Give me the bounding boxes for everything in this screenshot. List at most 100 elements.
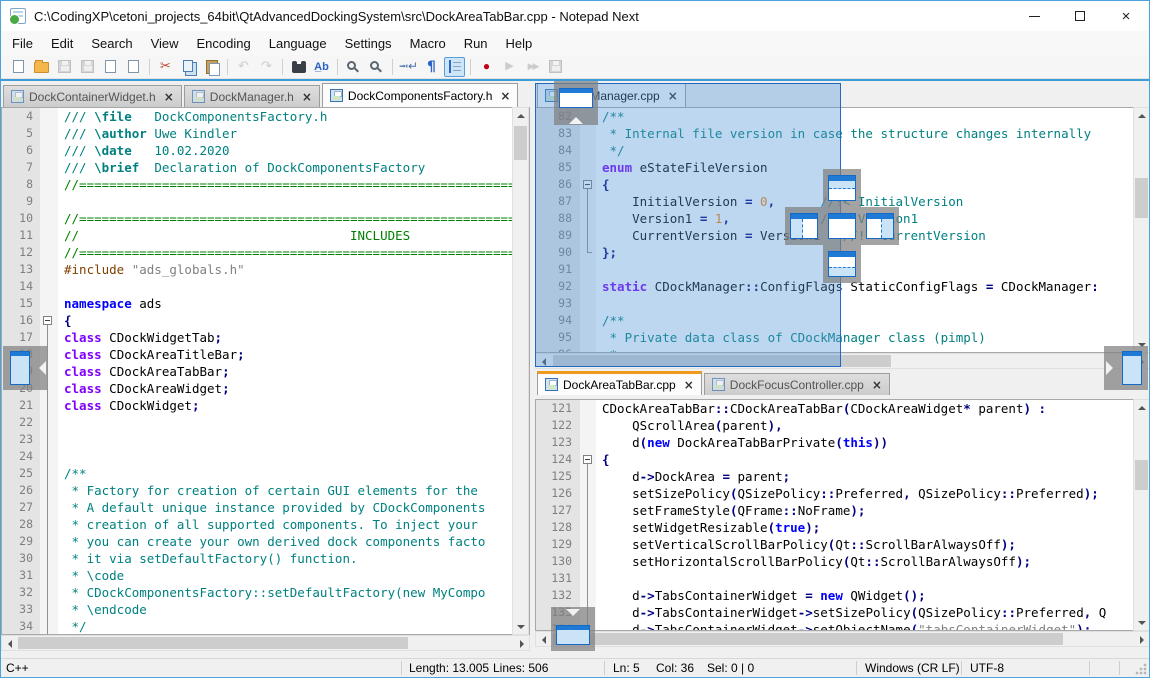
scroll-left-arrow[interactable]: [2, 636, 17, 651]
tab-close-icon[interactable]: ×: [684, 379, 694, 391]
tab-dockcontainerwidget-h[interactable]: DockContainerWidget.h×: [3, 85, 182, 107]
menu-edit[interactable]: Edit: [42, 33, 82, 54]
playback-macro-button[interactable]: ▶: [499, 57, 520, 77]
menu-search[interactable]: Search: [82, 33, 141, 54]
run-macro-multiple-button[interactable]: ▶▶: [522, 57, 543, 77]
menu-view[interactable]: View: [142, 33, 188, 54]
code-line: 9: [2, 193, 529, 210]
close-file-button[interactable]: [100, 57, 121, 77]
close-button[interactable]: ×: [1103, 1, 1149, 31]
left-editor-horizontal-scrollbar[interactable]: [1, 635, 530, 651]
code-text: */: [58, 618, 87, 635]
save-button[interactable]: [54, 57, 75, 77]
indent-guide-button[interactable]: [444, 57, 465, 77]
redo-button[interactable]: ↷: [256, 57, 277, 77]
fold-margin: [40, 601, 58, 618]
save-all-icon: [81, 60, 94, 73]
code-text: [58, 414, 64, 431]
scroll-thumb[interactable]: [1135, 460, 1148, 490]
dock-indicator-center[interactable]: [823, 207, 861, 245]
undo-button[interactable]: ↶: [233, 57, 254, 77]
fold-margin: [40, 210, 58, 227]
dock-indicator-left[interactable]: [785, 207, 823, 245]
maximize-button[interactable]: [1057, 1, 1103, 31]
scroll-down-arrow[interactable]: [513, 619, 528, 634]
zoom-in-button[interactable]: [343, 57, 364, 77]
toolbar-separator: [282, 59, 283, 75]
paste-button[interactable]: [201, 57, 222, 77]
code-text: class CDockWidget;: [58, 397, 199, 414]
tab-close-icon[interactable]: ×: [500, 90, 510, 102]
edge-dock-indicator-left[interactable]: [3, 346, 47, 390]
toolbar-separator: [337, 59, 338, 75]
scroll-thumb[interactable]: [514, 126, 527, 160]
scroll-left-arrow[interactable]: [536, 632, 551, 647]
tab-dockcomponentsfactory-h[interactable]: DockComponentsFactory.h×: [322, 83, 519, 107]
minimize-button[interactable]: [1011, 1, 1057, 31]
dock-indicator-top[interactable]: [823, 169, 861, 207]
scroll-thumb[interactable]: [553, 633, 1063, 645]
top-right-editor-vertical-scrollbar[interactable]: [1133, 107, 1150, 353]
menu-language[interactable]: Language: [260, 33, 336, 54]
tab-dockmanager-h[interactable]: DockManager.h×: [184, 85, 320, 107]
resize-grip[interactable]: [1135, 663, 1147, 675]
word-wrap-icon: ⭲↵: [399, 60, 418, 73]
tab-dockareatabbar-cpp[interactable]: DockAreaTabBar.cpp×: [537, 371, 702, 395]
fold-margin: [580, 485, 596, 502]
dock-indicator-bottom[interactable]: [823, 245, 861, 283]
tab-dockfocuscontroller-cpp[interactable]: DockFocusController.cpp×: [704, 373, 890, 395]
scroll-up-arrow[interactable]: [513, 108, 528, 123]
find-button[interactable]: [288, 57, 309, 77]
fold-margin[interactable]: [580, 451, 596, 468]
menu-run[interactable]: Run: [455, 33, 497, 54]
scroll-right-arrow[interactable]: [1134, 632, 1149, 647]
menu-settings[interactable]: Settings: [336, 33, 401, 54]
scroll-up-arrow[interactable]: [1134, 108, 1149, 123]
menu-macro[interactable]: Macro: [401, 33, 455, 54]
close-all-button[interactable]: [123, 57, 144, 77]
fold-margin: [40, 176, 58, 193]
copy-button[interactable]: [178, 57, 199, 77]
line-number: 7: [2, 159, 40, 176]
line-number: 28: [2, 516, 40, 533]
status-eol-format: Windows (CR LF): [865, 661, 960, 675]
tab-close-icon[interactable]: ×: [302, 91, 312, 103]
save-macro-button[interactable]: [545, 57, 566, 77]
new-file-button[interactable]: [8, 57, 29, 77]
show-all-characters-button[interactable]: ¶: [421, 57, 442, 77]
save-icon: [58, 60, 71, 73]
edge-dock-indicator-top[interactable]: [554, 81, 598, 125]
code-line: 128 setWidgetResizable(true);: [536, 519, 1133, 536]
tab-close-icon[interactable]: ×: [872, 379, 882, 391]
code-line: 14: [2, 278, 529, 295]
record-macro-button[interactable]: ●: [476, 57, 497, 77]
scroll-up-arrow[interactable]: [1134, 400, 1149, 415]
menu-file[interactable]: File: [3, 33, 42, 54]
fold-margin[interactable]: [40, 312, 58, 329]
bottom-right-editor-horizontal-scrollbar[interactable]: [535, 631, 1150, 647]
bottom-right-editor[interactable]: 121CDockAreaTabBar::CDockAreaTabBar(CDoc…: [535, 399, 1134, 631]
scroll-right-arrow[interactable]: [514, 636, 529, 651]
edge-dock-indicator-bottom[interactable]: [551, 607, 595, 651]
edge-dock-indicator-right[interactable]: [1104, 346, 1148, 390]
save-all-button[interactable]: [77, 57, 98, 77]
fold-margin: [40, 567, 58, 584]
word-wrap-button[interactable]: ⭲↵: [398, 57, 419, 77]
tab-close-icon[interactable]: ×: [164, 91, 174, 103]
left-editor[interactable]: 4/// \file DockComponentsFactory.h5/// \…: [1, 107, 530, 635]
menu-help[interactable]: Help: [497, 33, 542, 54]
status-bar: C++ Length: 13.005 Lines: 506 Ln: 5 Col:…: [1, 658, 1149, 677]
scroll-down-arrow[interactable]: [1134, 615, 1149, 630]
menu-encoding[interactable]: Encoding: [188, 33, 260, 54]
cut-button[interactable]: ✂: [155, 57, 176, 77]
bottom-right-editor-vertical-scrollbar[interactable]: [1133, 399, 1150, 631]
copy-icon: [183, 60, 193, 72]
left-editor-vertical-scrollbar[interactable]: [512, 107, 529, 635]
scroll-thumb[interactable]: [18, 637, 408, 649]
saved-file-icon: [11, 90, 24, 103]
zoom-out-button[interactable]: [366, 57, 387, 77]
dock-indicator-right[interactable]: [861, 207, 899, 245]
replace-button[interactable]: A̲b: [311, 57, 332, 77]
scroll-thumb[interactable]: [1135, 178, 1148, 218]
open-file-button[interactable]: [31, 57, 52, 77]
